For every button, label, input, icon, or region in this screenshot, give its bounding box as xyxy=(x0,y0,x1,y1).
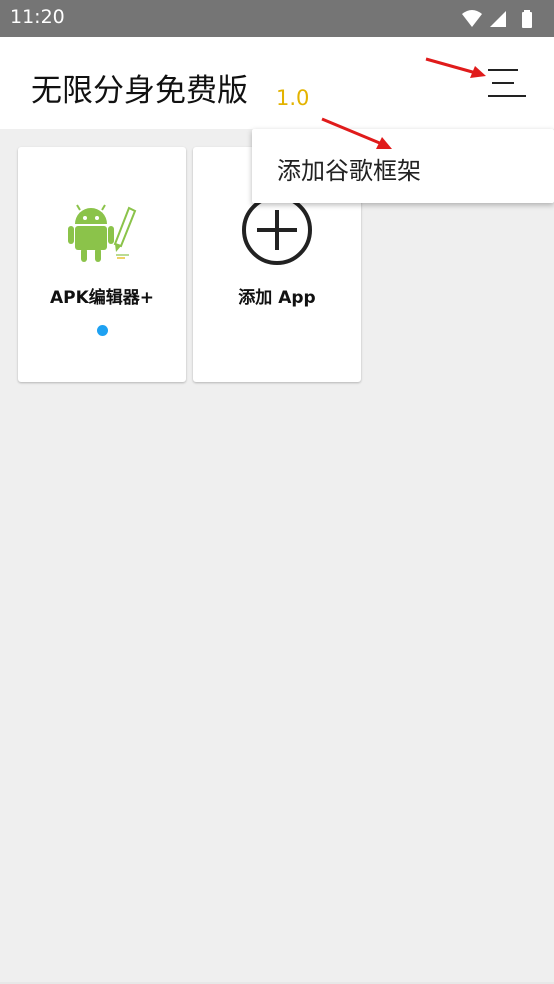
wifi-icon xyxy=(462,10,482,27)
card-label: APK编辑器+ xyxy=(49,288,155,308)
app-title: 无限分身免费版 xyxy=(31,73,248,109)
battery-icon xyxy=(522,10,532,28)
status-bar: 11:20 xyxy=(0,0,554,37)
status-dot xyxy=(97,325,108,336)
status-icons xyxy=(462,10,532,28)
annotation-arrow-icon xyxy=(425,57,486,78)
app-card-apk-editor[interactable]: APK编辑器+ xyxy=(18,147,186,382)
card-label: 添加 App xyxy=(238,288,316,308)
annotation-arrow-icon xyxy=(321,117,392,149)
app-bar: 无限分身免费版 1.0 xyxy=(0,37,554,129)
app-version: 1.0 xyxy=(276,86,310,110)
overflow-dropdown-menu: 添加谷歌框架 xyxy=(252,129,554,203)
add-circle-icon xyxy=(242,195,312,265)
menu-item-add-google-framework[interactable]: 添加谷歌框架 xyxy=(277,151,421,186)
android-editor-icon xyxy=(68,204,137,262)
menu-button[interactable] xyxy=(484,61,528,105)
status-time: 11:20 xyxy=(10,6,65,28)
signal-icon xyxy=(490,11,506,27)
